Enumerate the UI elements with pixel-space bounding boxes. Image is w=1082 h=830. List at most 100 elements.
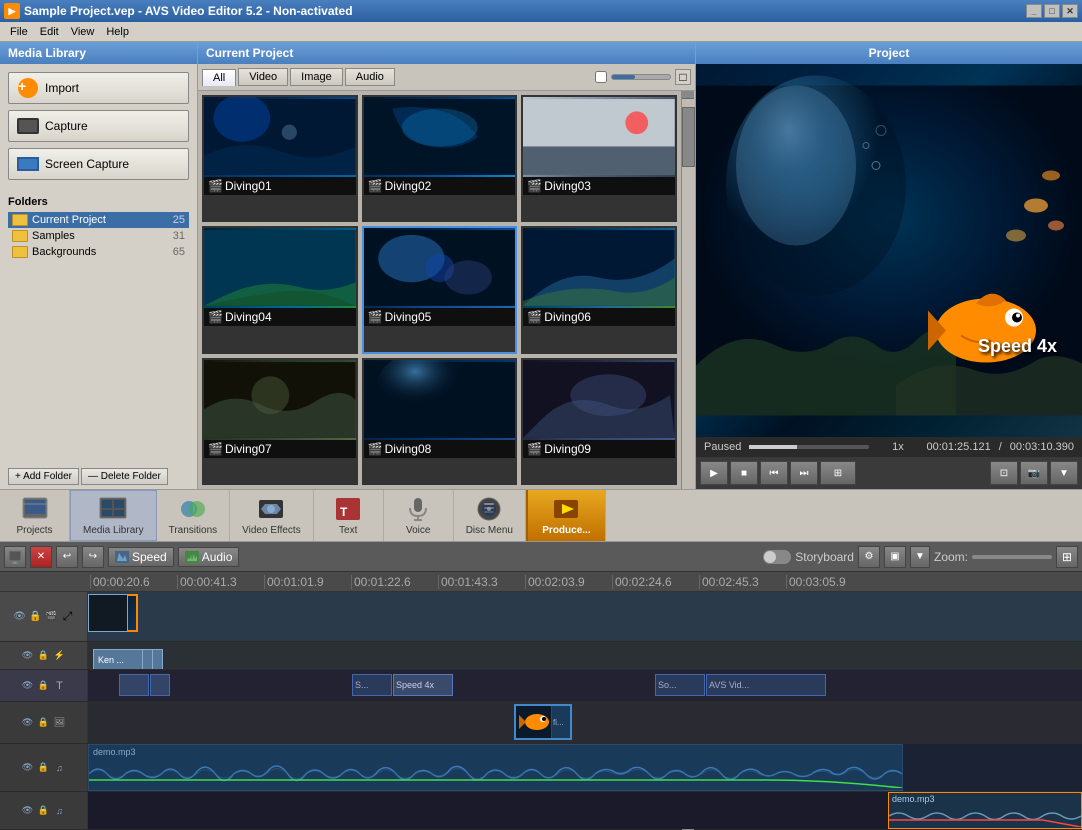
progress-bar[interactable]	[749, 445, 869, 449]
audio-button[interactable]: Audio	[178, 547, 240, 567]
timeline-delete-button[interactable]: ✕	[30, 546, 52, 568]
toolbar-media-library[interactable]: Media Library	[70, 490, 157, 541]
media-item-diving09[interactable]: 🎬 Diving09	[521, 358, 677, 485]
minimize-button[interactable]: _	[1026, 4, 1042, 18]
text-clip-avs[interactable]: AVS Vid...	[706, 674, 826, 696]
storyboard-toggle-control[interactable]	[763, 550, 791, 564]
toolbar-projects[interactable]: Projects	[0, 490, 70, 541]
settings-button[interactable]: ▼	[1050, 461, 1078, 485]
close-button[interactable]: ✕	[1062, 4, 1078, 18]
speed-button[interactable]: Speed	[108, 547, 174, 567]
toolbar-produce[interactable]: Produce...	[526, 490, 606, 541]
zoom-button[interactable]: ⊡	[990, 461, 1018, 485]
text-clip[interactable]	[119, 674, 149, 696]
filter-audio[interactable]: Audio	[345, 68, 395, 86]
audio-clip-1[interactable]: demo.mp3	[88, 744, 903, 791]
text-clip[interactable]	[150, 674, 170, 696]
capture-button[interactable]: Capture	[8, 110, 189, 142]
media-item-diving06[interactable]: 🎬 Diving06	[521, 226, 677, 353]
fullscreen-button[interactable]: ⊞	[820, 461, 856, 485]
toolbar-text[interactable]: T Text	[314, 490, 384, 541]
maximize-button[interactable]: □	[1044, 4, 1060, 18]
eye-button-image[interactable]: 👁	[21, 716, 35, 730]
text-track-content[interactable]: S... Speed 4x So... AVS Vid...	[88, 670, 1082, 701]
folder-backgrounds[interactable]: Backgrounds 65	[8, 244, 189, 260]
video-track-content[interactable]: ⚙ ⚙ ⚙ D... ⚙ Div...	[88, 592, 1082, 641]
text-clip-so[interactable]: So...	[655, 674, 705, 696]
eye-button[interactable]: 👁	[13, 610, 27, 624]
media-item-diving03[interactable]: 🎬 Diving03	[521, 95, 677, 222]
image-track-content[interactable]: fi...	[88, 702, 1082, 743]
delete-folder-button[interactable]: — Delete Folder	[81, 468, 168, 485]
eye-button-audio1[interactable]: 👁	[21, 761, 35, 775]
audio-track-1-content[interactable]: demo.mp3	[88, 744, 1082, 791]
screen-capture-button[interactable]: Screen Capture	[8, 148, 189, 180]
lock-button-audio2[interactable]: 🔒	[37, 804, 51, 818]
menu-help[interactable]: Help	[100, 24, 135, 40]
filter-checkbox[interactable]	[595, 71, 607, 83]
timeline-redo-button[interactable]: ↪	[82, 546, 104, 568]
fish-clip[interactable]: fi...	[514, 704, 572, 740]
toggle-track[interactable]	[763, 550, 791, 564]
lock-button-text[interactable]: 🔒	[37, 679, 51, 693]
lock-button-audio1[interactable]: 🔒	[37, 761, 51, 775]
main-layout: Media Library + Import Capture	[0, 42, 1082, 830]
filter-video[interactable]: Video	[238, 68, 288, 86]
lock-button-image[interactable]: 🔒	[37, 716, 51, 730]
maximize-grid-button[interactable]: □	[675, 69, 691, 85]
size-slider-track[interactable]	[611, 74, 671, 80]
zoom-slider[interactable]	[972, 555, 1052, 559]
timeline-settings-btn[interactable]: ⚙	[858, 546, 880, 568]
next-button[interactable]: ⏭	[790, 461, 818, 485]
eye-button-text[interactable]: 👁	[21, 679, 35, 693]
snapshot-button[interactable]: 📷	[1020, 461, 1048, 485]
toolbar-transitions[interactable]: Transitions	[157, 490, 231, 541]
effects-track-content[interactable]: Glas... Ken Burns Ken Bur... Wave Ken ..…	[88, 642, 1082, 669]
audio-clip-2[interactable]: demo.mp3	[888, 792, 1082, 829]
media-item-diving01[interactable]: 🎬 Diving01	[202, 95, 358, 222]
ruler-mark-6: 00:02:24.6	[612, 575, 699, 589]
adjust-button[interactable]: ⤢	[61, 610, 75, 624]
zoom-expand-button[interactable]: ⊞	[1056, 546, 1078, 568]
media-item-diving08[interactable]: 🎬 Diving08	[362, 358, 518, 485]
eye-button-effects[interactable]: 👁	[21, 649, 35, 663]
add-folder-button[interactable]: + Add Folder	[8, 468, 79, 485]
media-scrollbar[interactable]	[681, 91, 695, 489]
import-button[interactable]: + Import	[8, 72, 189, 104]
film-button[interactable]: 🎬	[45, 610, 59, 624]
timeline-more-btn[interactable]: ▼	[910, 546, 930, 568]
menu-view[interactable]: View	[65, 24, 101, 40]
eye-button-audio2[interactable]: 👁	[21, 804, 35, 818]
toolbar-video-effects[interactable]: Video Effects	[230, 490, 314, 541]
media-item-diving02[interactable]: 🎬 Diving02	[362, 95, 518, 222]
screen-icon	[17, 157, 39, 171]
lock-button-effects[interactable]: 🔒	[37, 649, 51, 663]
text-clip-speed4x[interactable]: Speed 4x	[393, 674, 453, 696]
folder-samples[interactable]: Samples 31	[8, 228, 189, 244]
clip-item[interactable]	[88, 594, 128, 632]
prev-button[interactable]: ⏮	[760, 461, 788, 485]
stop-button[interactable]: ■	[730, 461, 758, 485]
effect-ken2[interactable]: Ken ...	[93, 649, 143, 669]
toolbar-voice[interactable]: Voice	[384, 490, 454, 541]
effects-icon[interactable]: ⚡	[53, 649, 67, 663]
media-item-diving05[interactable]: 🎬 Diving05	[362, 226, 518, 353]
menu-file[interactable]: File	[4, 24, 34, 40]
text-clip-s[interactable]: S...	[352, 674, 392, 696]
folder-current-project[interactable]: Current Project 25	[8, 212, 189, 228]
timeline-undo-button[interactable]: ↩	[56, 546, 78, 568]
menu-edit[interactable]: Edit	[34, 24, 65, 40]
media-item-diving04[interactable]: 🎬 Diving04	[202, 226, 358, 353]
lock-button[interactable]: 🔒	[29, 610, 43, 624]
media-item-diving07[interactable]: 🎬 Diving07	[202, 358, 358, 485]
playback-controls: ▶ ■ ⏮ ⏭ ⊞ ⊡ 📷 ▼	[696, 457, 1082, 489]
media-grid: 🎬 Diving01 🎬	[198, 91, 681, 489]
play-button[interactable]: ▶	[700, 461, 728, 485]
scroll-thumb[interactable]	[682, 107, 695, 167]
audio-track-2-content[interactable]: demo.mp3	[88, 792, 1082, 829]
filter-image[interactable]: Image	[290, 68, 343, 86]
toolbar-disc-menu[interactable]: Disc Menu	[454, 490, 526, 541]
timeline-view-btn[interactable]: ▣	[884, 546, 906, 568]
timeline-marker-button[interactable]	[4, 546, 26, 568]
filter-all[interactable]: All	[202, 69, 236, 86]
